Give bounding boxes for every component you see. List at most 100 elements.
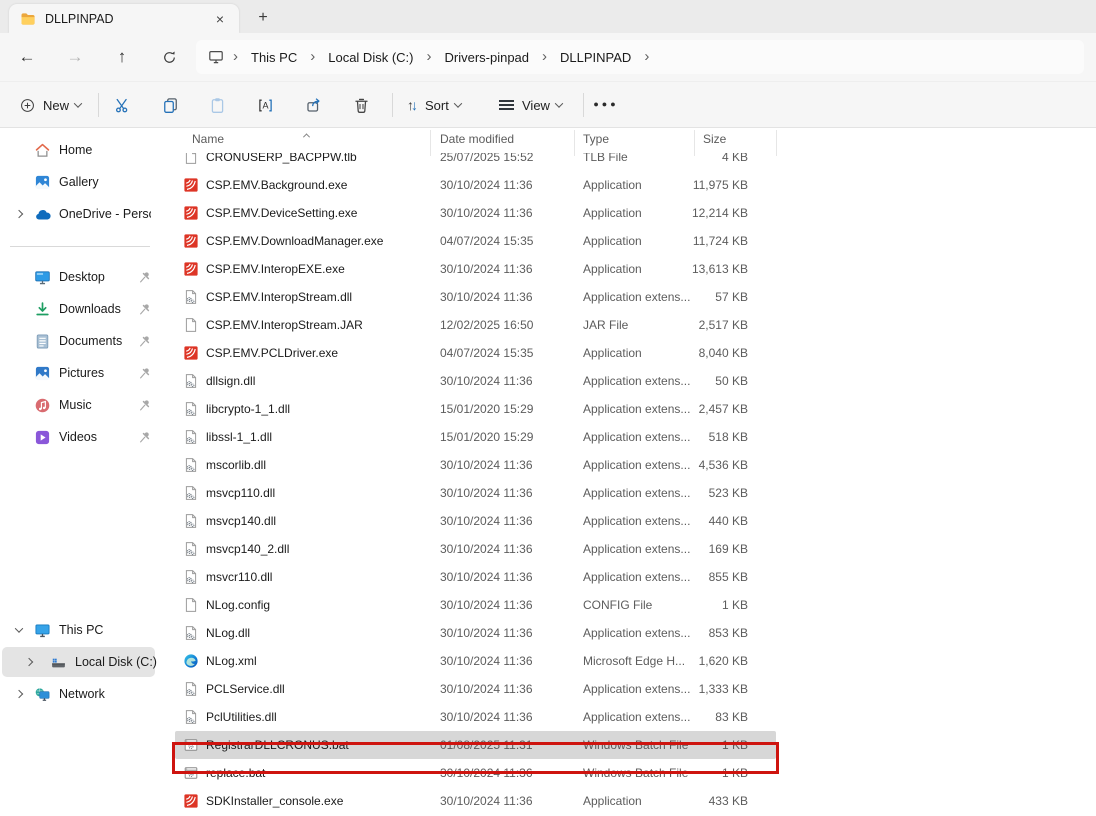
file-name: CSP.EMV.InteropStream.dll <box>206 283 431 311</box>
sidebar-item-music[interactable]: Music <box>2 390 155 420</box>
refresh-button[interactable] <box>153 42 185 72</box>
share-button[interactable] <box>295 90 331 120</box>
folder-icon <box>20 11 36 27</box>
cut-button[interactable] <box>104 90 140 120</box>
chevron-down-icon[interactable] <box>12 627 26 633</box>
more-options-button[interactable]: ●●● <box>590 90 622 120</box>
sidebar-item-desktop[interactable]: Desktop <box>2 262 155 292</box>
column-header-row: Name Date modified Type Size <box>170 128 790 153</box>
sidebar-item-label: Desktop <box>59 270 105 284</box>
file-size: 853 KB <box>658 619 748 647</box>
address-bar[interactable]: ›This PC›Local Disk (C:)›Drivers-pinpad›… <box>196 40 1084 74</box>
sidebar-item-gallery[interactable]: Gallery <box>2 167 155 197</box>
breadcrumb-chevron-icon[interactable]: › <box>635 48 658 67</box>
table-row[interactable]: PCLService.dll30/10/2024 11:36Applicatio… <box>175 675 776 703</box>
table-row[interactable]: libcrypto-1_1.dll15/01/2020 15:29Applica… <box>175 395 776 423</box>
table-row[interactable]: msvcr110.dll30/10/2024 11:36Application … <box>175 563 776 591</box>
table-row[interactable]: SDKInstaller_console.exe30/10/2024 11:36… <box>175 787 776 815</box>
file-size: 2,457 KB <box>658 395 748 423</box>
file-date-modified: 04/07/2024 15:35 <box>440 339 575 367</box>
table-row[interactable]: CSP.EMV.DeviceSetting.exe30/10/2024 11:3… <box>175 199 776 227</box>
new-tab-button[interactable]: + <box>250 6 276 30</box>
table-row[interactable]: RegistrarDLLCRONUS.bat01/08/2025 11:31Wi… <box>175 731 776 759</box>
sidebar-item-local-disk-c[interactable]: Local Disk (C:) <box>2 647 155 677</box>
close-tab-icon[interactable]: × <box>209 8 231 30</box>
column-header-name[interactable]: Name <box>192 132 224 146</box>
file-size: 50 KB <box>658 367 748 395</box>
ellipsis-icon: ●●● <box>593 99 618 111</box>
new-button[interactable]: New <box>14 90 87 120</box>
copy-button[interactable] <box>152 90 188 120</box>
sidebar-item-downloads[interactable]: Downloads <box>2 294 155 324</box>
sidebar-item-onedrive-persona[interactable]: OneDrive - Persona <box>2 199 155 229</box>
file-date-modified: 04/07/2024 15:35 <box>440 227 575 255</box>
chevron-right-icon[interactable] <box>12 691 26 697</box>
table-row[interactable]: dllsign.dll30/10/2024 11:36Application e… <box>175 367 776 395</box>
file-name: msvcp140_2.dll <box>206 535 431 563</box>
network-icon <box>34 686 51 703</box>
dll-file-icon <box>183 485 199 501</box>
forward-button: → <box>59 42 91 72</box>
table-row[interactable]: NLog.xml30/10/2024 11:36Microsoft Edge H… <box>175 647 776 675</box>
pin-icon <box>138 270 152 284</box>
bat-file-icon <box>183 765 199 781</box>
file-name: msvcp110.dll <box>206 479 431 507</box>
dll-file-icon <box>183 401 199 417</box>
file-size: 4,536 KB <box>658 451 748 479</box>
back-button[interactable]: ← <box>11 42 43 72</box>
file-name: mscorlib.dll <box>206 451 431 479</box>
file-size: 8,040 KB <box>658 339 748 367</box>
sidebar-item-label: Local Disk (C:) <box>75 655 157 669</box>
table-row[interactable]: CSP.EMV.DownloadManager.exe04/07/2024 15… <box>175 227 776 255</box>
column-header-type[interactable]: Type <box>583 132 609 146</box>
view-button[interactable]: View <box>494 90 567 120</box>
breadcrumb-item[interactable]: Drivers-pinpad <box>440 46 533 69</box>
table-row[interactable]: libssl-1_1.dll15/01/2020 15:29Applicatio… <box>175 423 776 451</box>
file-name: RegistrarDLLCRONUS.bat <box>206 731 431 759</box>
table-row[interactable]: CSP.EMV.InteropEXE.exe30/10/2024 11:36Ap… <box>175 255 776 283</box>
sidebar-item-network[interactable]: Network <box>2 679 155 709</box>
file-date-modified: 30/10/2024 11:36 <box>440 283 575 311</box>
column-header-size[interactable]: Size <box>703 132 726 146</box>
table-row[interactable]: replace.bat30/10/2024 11:36Windows Batch… <box>175 759 776 787</box>
table-row[interactable]: NLog.config30/10/2024 11:36CONFIG File1 … <box>175 591 776 619</box>
table-row[interactable]: PclUtilities.dll30/10/2024 11:36Applicat… <box>175 703 776 731</box>
sidebar-item-label: Home <box>59 143 92 157</box>
table-row[interactable]: CSP.EMV.InteropStream.JAR12/02/2025 16:5… <box>175 311 776 339</box>
file-name: replace.bat <box>206 759 431 787</box>
sidebar-item-documents[interactable]: Documents <box>2 326 155 356</box>
table-row[interactable]: CSP.EMV.InteropStream.dll 30/10/2024 11:3… <box>175 283 776 311</box>
bat-file-icon <box>183 737 199 753</box>
file-name: NLog.dll <box>206 619 431 647</box>
table-row[interactable]: CSP.EMV.Background.exe30/10/2024 11:36Ap… <box>175 171 776 199</box>
explorer-tab[interactable]: DLLPINPAD × <box>9 4 239 33</box>
delete-button[interactable] <box>343 90 379 120</box>
sidebar-item-home[interactable]: Home <box>2 135 155 165</box>
table-row[interactable]: msvcp110.dll30/10/2024 11:36Application … <box>175 479 776 507</box>
sidebar-item-label: OneDrive - Persona <box>59 207 151 221</box>
table-row[interactable]: msvcp140.dll30/10/2024 11:36Application … <box>175 507 776 535</box>
breadcrumb-item[interactable]: Local Disk (C:) <box>324 46 417 69</box>
file-size: 13,613 KB <box>658 255 748 283</box>
exe-file-icon <box>183 345 199 361</box>
column-header-date-modified[interactable]: Date modified <box>440 132 514 146</box>
up-button[interactable]: ↑ <box>106 42 138 72</box>
sidebar-item-this-pc[interactable]: This PC <box>2 615 155 645</box>
chevron-right-icon[interactable] <box>22 659 36 665</box>
table-row[interactable]: NLog.dll30/10/2024 11:36Application exte… <box>175 619 776 647</box>
sidebar-item-pictures[interactable]: Pictures <box>2 358 155 388</box>
navigation-pane: Home Gallery OneDrive - Persona Desktop Down… <box>0 128 170 816</box>
breadcrumb-item[interactable]: This PC <box>247 46 301 69</box>
table-row[interactable]: mscorlib.dll30/10/2024 11:36Application … <box>175 451 776 479</box>
breadcrumb-item[interactable]: DLLPINPAD <box>556 46 635 69</box>
table-row[interactable]: CSP.EMV.PCLDriver.exe04/07/2024 15:35App… <box>175 339 776 367</box>
home-icon <box>34 142 51 159</box>
rename-button[interactable]: A <box>247 90 283 120</box>
file-size: 855 KB <box>658 563 748 591</box>
table-row[interactable]: msvcp140_2.dll30/10/2024 11:36Applicatio… <box>175 535 776 563</box>
sidebar-item-videos[interactable]: Videos <box>2 422 155 452</box>
sort-button[interactable]: ↑↓ Sort <box>402 90 466 120</box>
plus-circle-icon <box>20 98 35 113</box>
edge-file-icon <box>183 653 199 669</box>
chevron-right-icon[interactable] <box>12 211 26 217</box>
